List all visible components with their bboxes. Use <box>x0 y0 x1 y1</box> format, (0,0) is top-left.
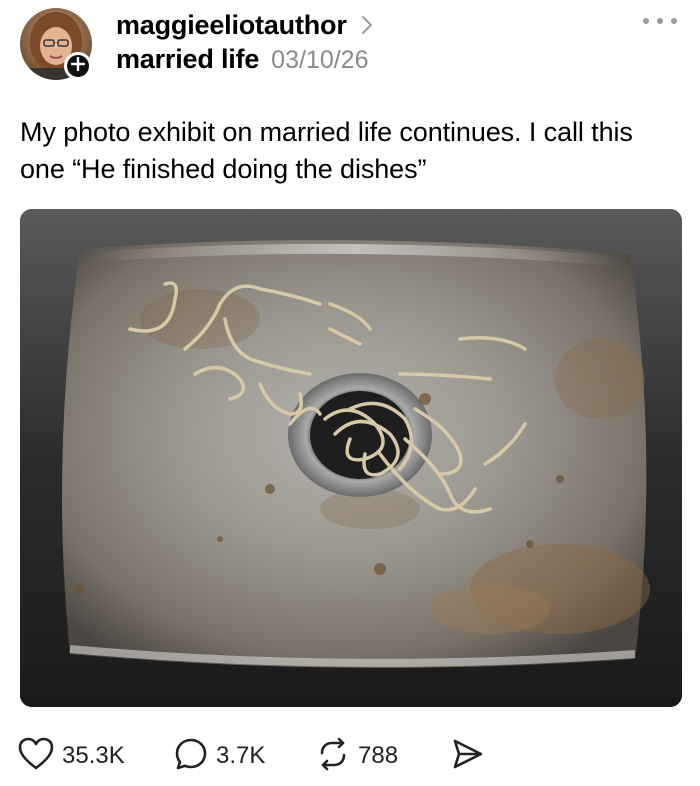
share-button[interactable] <box>450 730 484 782</box>
post-date: 03/10/26 <box>271 46 369 74</box>
repost-count: 788 <box>358 742 399 769</box>
post-text: My photo exhibit on married life continu… <box>20 117 633 184</box>
comment-button[interactable]: 3.7K <box>174 730 265 782</box>
like-button[interactable]: 35.3K <box>18 730 125 782</box>
send-icon <box>450 737 484 776</box>
community-name[interactable]: married life <box>116 44 259 75</box>
more-dots-icon <box>640 13 680 31</box>
chevron-right-icon[interactable] <box>361 15 373 35</box>
more-options-button[interactable] <box>636 10 684 34</box>
heart-icon <box>18 737 54 776</box>
post-header: maggieeliotauthor married life 03/10/26 <box>116 6 596 80</box>
repost-button[interactable]: 788 <box>316 730 398 782</box>
comment-count: 3.7K <box>216 742 266 769</box>
comment-bubble-icon <box>174 737 208 776</box>
follow-button[interactable] <box>64 52 92 80</box>
post-actions: 35.3K 3.7K 788 <box>18 730 678 782</box>
post-image[interactable] <box>20 209 682 707</box>
like-count: 35.3K <box>62 742 125 769</box>
avatar-container[interactable] <box>20 8 92 80</box>
plus-icon <box>70 56 86 76</box>
repost-icon <box>316 737 350 776</box>
username[interactable]: maggieeliotauthor <box>116 10 347 41</box>
